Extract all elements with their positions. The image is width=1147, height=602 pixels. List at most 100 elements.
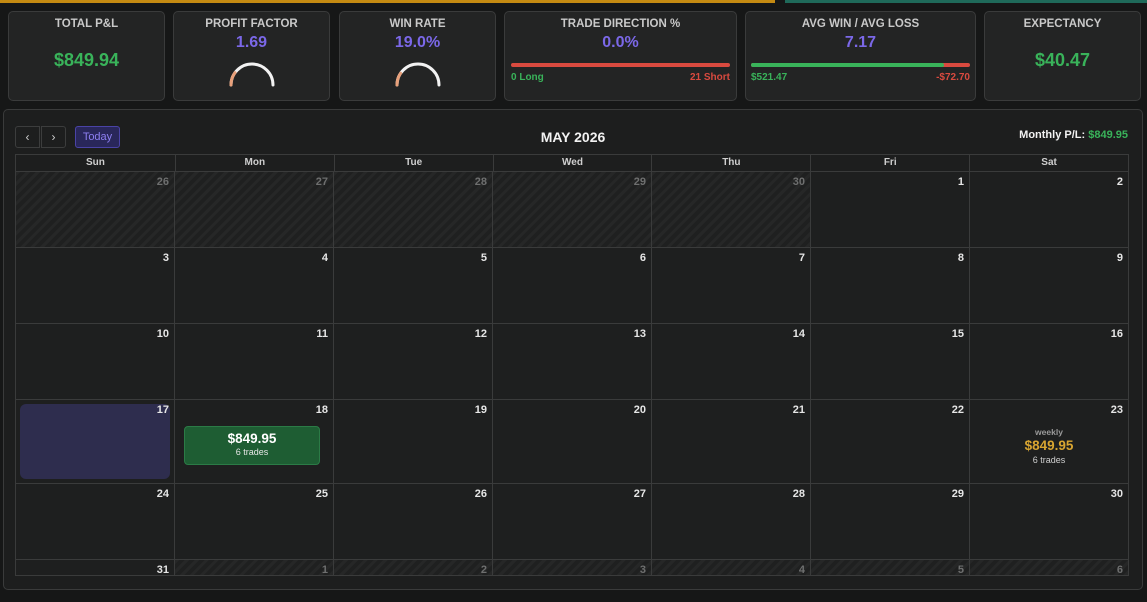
- calendar-day-cell[interactable]: 4: [652, 560, 811, 576]
- day-number: 27: [315, 176, 328, 188]
- calendar-day-cell[interactable]: 7: [652, 248, 811, 324]
- stat-value: $40.47: [1034, 50, 1091, 70]
- day-number: 17: [156, 404, 169, 416]
- calendar-day-cell[interactable]: 2: [970, 172, 1129, 248]
- calendar-day-cell[interactable]: 8: [811, 248, 970, 324]
- day-number: 3: [639, 564, 646, 576]
- calendar-day-cell[interactable]: 20: [493, 400, 652, 484]
- daily-pnl-box[interactable]: $849.95 6 trades: [184, 426, 320, 465]
- calendar-day-cell[interactable]: 29: [811, 484, 970, 560]
- calendar-day-cell[interactable]: 27: [175, 172, 334, 248]
- short-count: 21 Short: [689, 72, 730, 83]
- calendar-day-cell[interactable]: 30: [970, 484, 1129, 560]
- monthly-pl-value: $849.95: [1088, 129, 1128, 141]
- stat-value: 7.17: [844, 34, 877, 51]
- day-number: 22: [951, 404, 964, 416]
- calendar-day-cell[interactable]: 21: [652, 400, 811, 484]
- calendar-day-cell[interactable]: 26: [334, 484, 493, 560]
- day-number: 24: [156, 488, 169, 500]
- calendar-day-cell[interactable]: 13: [493, 324, 652, 400]
- day-number: 28: [474, 176, 487, 188]
- weekday-header: Sun Mon Tue Wed Thu Fri Sat: [15, 154, 1129, 172]
- calendar-day-cell[interactable]: 27: [493, 484, 652, 560]
- day-number: 28: [792, 488, 805, 500]
- long-count: 0 Long: [511, 72, 544, 83]
- stat-card-win-rate: WIN RATE 19.0%: [339, 11, 496, 101]
- calendar-day-cell[interactable]: 22: [811, 400, 970, 484]
- calendar-week-row: 24 25 26 27 28 29 30: [15, 484, 1129, 560]
- calendar-day-cell[interactable]: 2: [334, 560, 493, 576]
- weekly-pnl-amount: $849.95: [1024, 438, 1074, 453]
- calendar-day-cell[interactable]: 25: [175, 484, 334, 560]
- calendar-day-cell[interactable]: 24: [16, 484, 175, 560]
- day-number: 4: [321, 252, 328, 264]
- monthly-pl: Monthly P/L: $849.95: [1019, 129, 1128, 141]
- day-number: 29: [633, 176, 646, 188]
- day-number: 29: [951, 488, 964, 500]
- calendar-weeks: 26 27 28 29 30 1 2 3 4 5 6 7 8 9 10 11 12 13 14 15 16 17 18 $84…: [15, 172, 1129, 576]
- win-rate-gauge: [395, 62, 440, 87]
- calendar-day-cell[interactable]: 4: [175, 248, 334, 324]
- calendar-day-cell[interactable]: 3: [16, 248, 175, 324]
- calendar-week-row: 17 18 $849.95 6 trades 19 20 21 22 23 weekly $849.…: [15, 400, 1129, 484]
- stat-title: TRADE DIRECTION %: [560, 18, 681, 30]
- day-number: 27: [633, 488, 646, 500]
- calendar-day-cell[interactable]: 31: [16, 560, 175, 576]
- calendar-day-cell[interactable]: 6: [970, 560, 1129, 576]
- calendar-week-row: 26 27 28 29 30 1 2: [15, 172, 1129, 248]
- stat-title: EXPECTANCY: [1023, 18, 1102, 30]
- calendar-day-cell[interactable]: 14: [652, 324, 811, 400]
- avg-win: $521.47: [751, 72, 788, 83]
- calendar-day-cell[interactable]: 6: [493, 248, 652, 324]
- day-number: 23: [1110, 404, 1123, 416]
- weekday-thu: Thu: [651, 155, 810, 171]
- win-loss-bar: [751, 63, 970, 67]
- stat-value: 0.0%: [602, 34, 639, 51]
- calendar-day-cell[interactable]: 30: [652, 172, 811, 248]
- day-number: 2: [1116, 176, 1123, 188]
- day-number: 10: [156, 328, 169, 340]
- calendar-day-cell[interactable]: 28: [334, 172, 493, 248]
- calendar-day-cell[interactable]: 28: [652, 484, 811, 560]
- stat-value: 19.0%: [394, 34, 441, 51]
- calendar-day-cell[interactable]: 5: [334, 248, 493, 324]
- stat-card-profit-factor: PROFIT FACTOR 1.69: [173, 11, 330, 101]
- weekday-tue: Tue: [333, 155, 493, 171]
- day-number: 13: [633, 328, 646, 340]
- stat-card-expectancy: EXPECTANCY $40.47: [984, 11, 1141, 101]
- stat-title: AVG WIN / AVG LOSS: [801, 18, 920, 30]
- gauge-fill: [229, 71, 237, 87]
- calendar-day-cell[interactable]: 18 $849.95 6 trades: [175, 400, 334, 484]
- calendar-day-cell[interactable]: 10: [16, 324, 175, 400]
- weekday-sun: Sun: [85, 157, 105, 168]
- stat-value: 1.69: [235, 34, 268, 51]
- month-title: MAY 2026: [540, 129, 606, 145]
- win-loss-bar-fill: [751, 63, 944, 67]
- calendar-day-cell[interactable]: 12: [334, 324, 493, 400]
- calendar-day-cell[interactable]: 15: [811, 324, 970, 400]
- day-number: 30: [792, 176, 805, 188]
- day-number: 5: [480, 252, 487, 264]
- day-number: 25: [315, 488, 328, 500]
- day-number: 1: [321, 564, 328, 576]
- calendar-day-cell[interactable]: 17: [16, 400, 175, 484]
- calendar-day-cell[interactable]: 11: [175, 324, 334, 400]
- calendar-day-cell[interactable]: 1: [811, 172, 970, 248]
- calendar-day-cell[interactable]: 5: [811, 560, 970, 576]
- calendar-day-cell[interactable]: 29: [493, 172, 652, 248]
- calendar-day-cell[interactable]: 16: [970, 324, 1129, 400]
- calendar-day-cell[interactable]: 1: [175, 560, 334, 576]
- calendar-day-cell[interactable]: 23 weekly $849.95 6 trades: [970, 400, 1129, 484]
- stat-card-trade-direction: TRADE DIRECTION % 0.0% 0 Long 21 Short: [504, 11, 737, 101]
- calendar-day-cell[interactable]: 26: [16, 172, 175, 248]
- gauge-track: [229, 62, 274, 87]
- day-number: 12: [474, 328, 487, 340]
- gauge-track: [395, 62, 440, 87]
- day-number: 5: [957, 564, 964, 576]
- calendar-day-cell[interactable]: 9: [970, 248, 1129, 324]
- day-number: 14: [792, 328, 805, 340]
- calendar-day-cell[interactable]: 3: [493, 560, 652, 576]
- day-number: 26: [474, 488, 487, 500]
- day-number: 31: [156, 564, 169, 576]
- calendar-day-cell[interactable]: 19: [334, 400, 493, 484]
